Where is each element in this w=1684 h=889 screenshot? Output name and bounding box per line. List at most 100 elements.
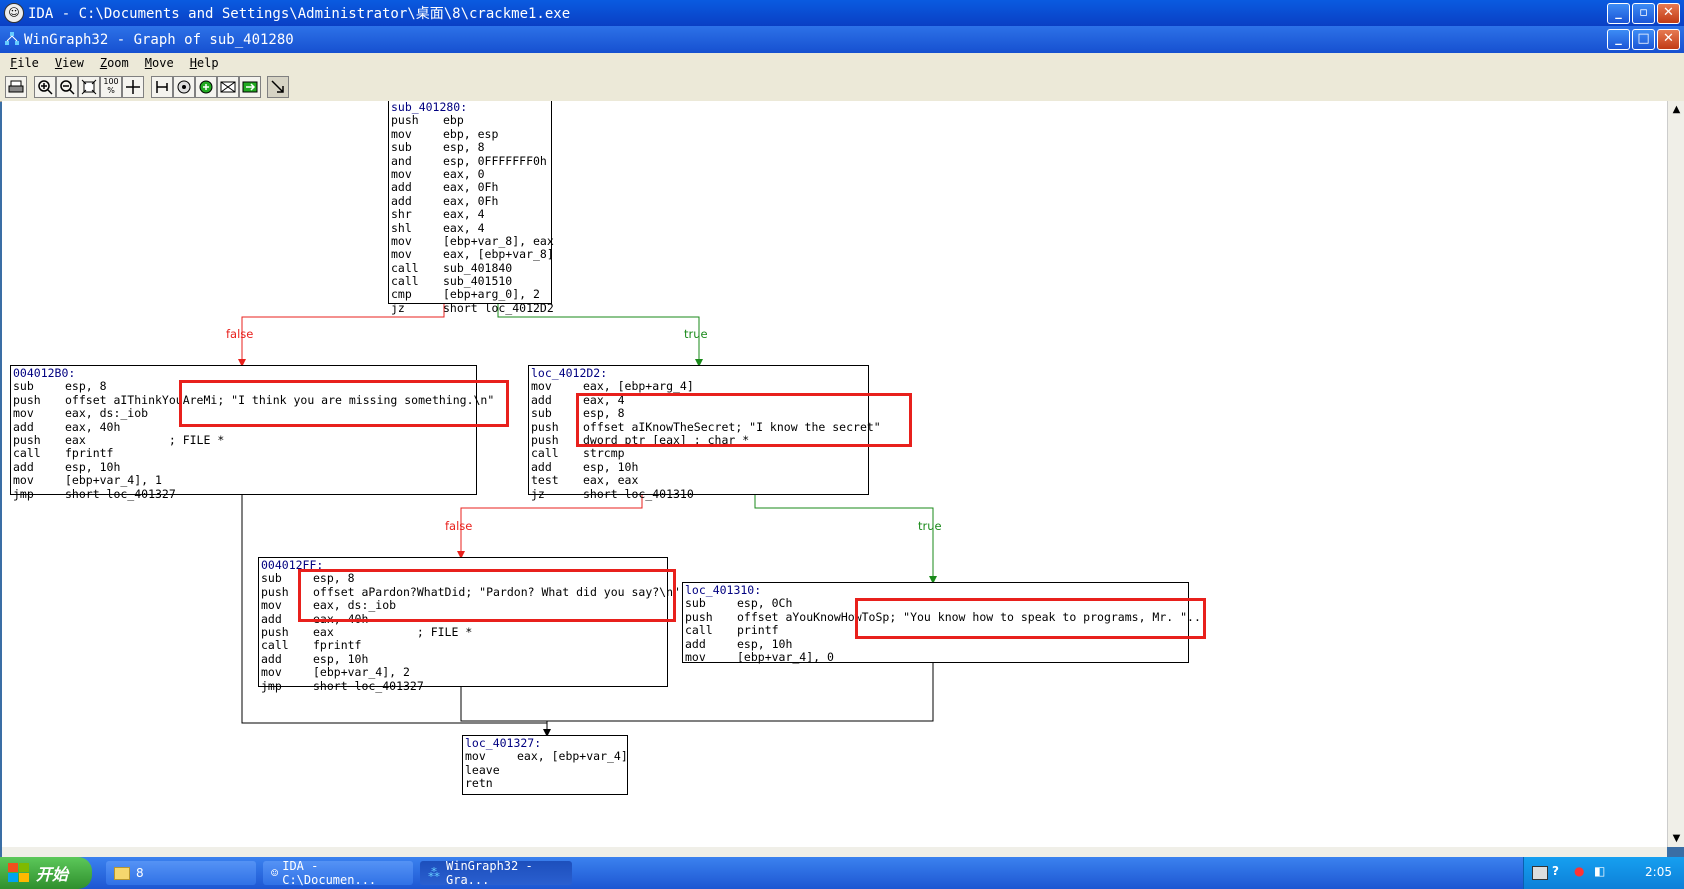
taskbar-wingraph[interactable]: ⁂ WinGraph32 - Gra... — [420, 859, 572, 887]
mnemonic: push — [685, 609, 713, 624]
ida-window-titlebar: ☺ IDA - C:\Documents and Settings\Admini… — [0, 0, 1684, 26]
edge-label-false-1: false — [226, 327, 254, 341]
instruction-line: mov eax, 0 — [391, 166, 549, 181]
instruction-line: call fprintf — [261, 638, 665, 652]
nodes-button[interactable] — [173, 76, 195, 98]
instruction-line: push ebp — [391, 113, 549, 127]
mnemonic: call — [391, 274, 419, 289]
ida-window-title: IDA - C:\Documents and Settings\Administ… — [28, 6, 571, 22]
zoom-out-icon — [60, 80, 75, 95]
fit-window-button[interactable] — [78, 76, 100, 98]
layout-icon — [156, 81, 168, 93]
mnemonic: mov — [261, 665, 282, 680]
instruction-line: push eax ; FILE * — [13, 432, 474, 447]
wingraph-close-button[interactable]: ✕ — [1657, 29, 1680, 50]
zoom-in-button[interactable] — [34, 76, 56, 98]
instruction-line: mov [ebp+var_4], 2 — [261, 665, 665, 680]
highlight-box-4 — [855, 598, 1206, 639]
start-button[interactable]: 开始 — [0, 857, 92, 889]
operands: eax ; FILE * — [65, 432, 225, 447]
taskbar-folder-8[interactable]: 8 — [106, 861, 256, 885]
next-button[interactable] — [239, 76, 261, 98]
operands: [ebp+var_4], 1 — [65, 473, 162, 488]
operands: eax ; FILE * — [313, 624, 473, 639]
node-label[interactable]: loc_401310: — [685, 583, 1186, 597]
menu-file-label: ile — [17, 56, 39, 70]
node-label[interactable]: 004012B0: — [13, 366, 474, 380]
operands: sub_401510 — [443, 274, 513, 289]
node-label[interactable]: sub_401280: — [391, 101, 549, 114]
mnemonic: jmp — [261, 678, 282, 693]
scroll-down-button[interactable]: ▼ — [1668, 830, 1684, 847]
instruction-line: mov eax, [ebp+var_8] — [391, 247, 554, 261]
start-label: 开始 — [36, 865, 69, 884]
mnemonic: sub — [391, 140, 412, 155]
wingraph-maximize-button[interactable]: □ — [1632, 29, 1655, 50]
wingraph-window-title: WinGraph32 - Graph of sub_401280 — [24, 31, 294, 48]
mnemonic: add — [685, 636, 706, 651]
instruction-line: jz short loc_401310 — [531, 487, 866, 501]
vertical-scrollbar[interactable]: ▲ ▼ — [1667, 101, 1684, 847]
zoom-out-button[interactable] — [56, 76, 78, 98]
mnemonic: mov — [391, 166, 412, 181]
highlight-box-2 — [576, 393, 912, 447]
taskbar-wingraph-label: WinGraph32 - Gra... — [446, 859, 533, 887]
mnemonic: sub — [13, 379, 34, 394]
mnemonic: call — [391, 260, 419, 275]
menu-help-accel: H — [189, 56, 197, 70]
mnemonic: retn — [465, 776, 493, 791]
operands: fprintf — [65, 446, 114, 461]
clock: 2:05 — [1645, 865, 1672, 879]
colors-button[interactable] — [195, 76, 217, 98]
ida-close-button[interactable]: ✕ — [1657, 3, 1680, 24]
instruction-line: push eax ; FILE * — [261, 624, 665, 639]
horizontal-scrollbar[interactable] — [2, 847, 1667, 857]
node-label[interactable]: loc_401327: — [465, 736, 625, 750]
scroll-up-button[interactable]: ▲ — [1668, 101, 1684, 118]
menu-view[interactable]: View — [55, 56, 84, 70]
operands: esp, 10h — [313, 651, 369, 666]
graph-canvas[interactable]: false true false true sub_401280: push ebp… — [2, 101, 1667, 847]
operands: printf — [737, 623, 779, 638]
taskbar-ida[interactable]: ☺ IDA - C:\Documen... — [263, 859, 413, 887]
print-button[interactable] — [5, 76, 27, 98]
graph-app-icon — [5, 32, 19, 45]
zoom-100-button[interactable]: 100 % — [100, 76, 122, 98]
menu-file[interactable]: File — [10, 56, 39, 70]
menu-move[interactable]: Move — [145, 56, 174, 70]
mnemonic: sub — [685, 596, 706, 611]
menu-help[interactable]: Help — [190, 56, 219, 70]
node-loc-401327[interactable]: loc_401327: mov eax, [ebp+var_4] leave retn — [462, 735, 628, 795]
frame-button[interactable] — [217, 76, 239, 98]
mnemonic: push — [13, 432, 41, 447]
move-button[interactable] — [122, 76, 144, 98]
shield-icon[interactable]: ● — [1574, 864, 1584, 878]
system-tray: ? ● ◧ 2:05 — [1523, 857, 1684, 889]
cursor-button[interactable] — [267, 76, 289, 98]
menu-zoom-accel: Z — [99, 56, 108, 70]
menu-zoom[interactable]: Zoom — [100, 56, 129, 70]
network-icon[interactable] — [1532, 866, 1548, 880]
mnemonic: shl — [391, 220, 412, 235]
menu-view-label: iew — [62, 56, 84, 70]
node-sub-401280[interactable]: sub_401280: push ebp mov ebp, esp sub esp, 8 an… — [388, 101, 554, 315]
speaker-icon[interactable]: ◧ — [1594, 864, 1605, 878]
mnemonic: jmp — [13, 486, 34, 501]
taskbar-folder-label: 8 — [136, 866, 144, 880]
layout-button[interactable] — [151, 76, 173, 98]
instruction-line: call sub_401510 — [391, 274, 549, 289]
wingraph-minimize-button[interactable]: _ — [1607, 29, 1630, 50]
node-label[interactable]: loc_4012D2: — [531, 366, 866, 380]
operands: eax, 0Fh — [443, 193, 499, 208]
operands: eax, [ebp+arg_4] — [583, 379, 694, 394]
ida-minimize-button[interactable]: _ — [1607, 3, 1630, 24]
frame-icon — [220, 81, 236, 93]
operands: esp, 0FFFFFFF0h — [443, 153, 547, 168]
instruction-line: call strcmp — [531, 446, 866, 461]
ida-app-icon: ☺ — [4, 3, 24, 23]
help-icon[interactable]: ? — [1552, 864, 1559, 878]
operands: eax, ds:_iob — [65, 406, 149, 421]
cursor-icon — [271, 80, 284, 93]
ida-restore-button[interactable]: ▫ — [1632, 3, 1655, 24]
operands: strcmp — [583, 446, 625, 461]
